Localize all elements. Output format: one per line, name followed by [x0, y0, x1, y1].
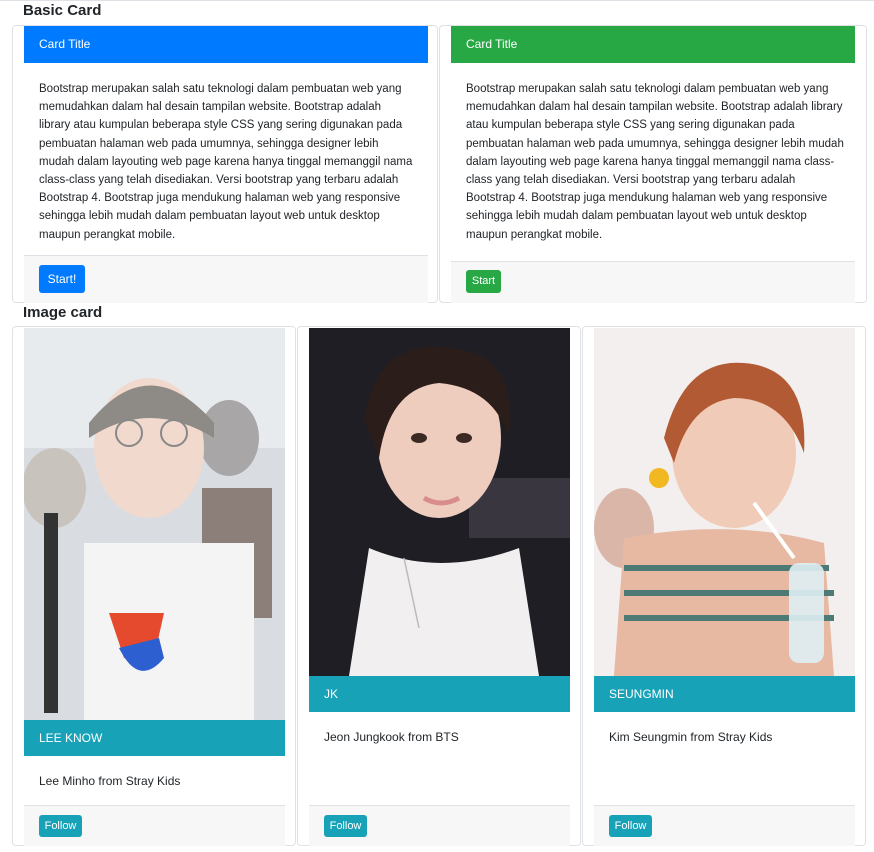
start-button[interactable]: Start: [466, 270, 501, 293]
image-card-leeknow: LEE KNOW Lee Minho from Stray Kids Follo…: [12, 326, 296, 846]
profile-photo: [594, 328, 855, 676]
top-divider: [0, 0, 874, 1]
card-footer: Start: [451, 261, 855, 303]
follow-button[interactable]: Follow: [324, 815, 367, 837]
start-button[interactable]: Start!: [39, 265, 85, 293]
card-description: Kim Seungmin from Stray Kids: [609, 730, 773, 744]
follow-button[interactable]: Follow: [609, 815, 652, 837]
image-card-seungmin: SEUNGMIN Kim Seungmin from Stray Kids Fo…: [582, 326, 866, 846]
card-footer: Follow: [24, 805, 285, 846]
basic-card-blue: Card Title Bootstrap merupakan salah sat…: [12, 25, 438, 303]
card-text: Bootstrap merupakan salah satu teknologi…: [466, 83, 844, 241]
basic-card-green: Card Title Bootstrap merupakan salah sat…: [439, 25, 867, 303]
card-header: Card Title: [451, 26, 855, 63]
card-text: Bootstrap merupakan salah satu teknologi…: [39, 83, 413, 241]
card-header: Card Title: [24, 26, 428, 63]
image-card-jk: JK Jeon Jungkook from BTS Follow: [297, 326, 581, 846]
card-footer: Follow: [309, 805, 570, 846]
card-description: Jeon Jungkook from BTS: [324, 730, 459, 744]
follow-button[interactable]: Follow: [39, 815, 82, 837]
card-footer: Start!: [24, 255, 428, 303]
basic-card-heading: Basic Card: [23, 2, 102, 19]
card-name: SEUNGMIN: [594, 676, 855, 712]
image-card-heading: Image card: [23, 304, 103, 321]
profile-photo: [309, 328, 570, 676]
card-name: JK: [309, 676, 570, 712]
card-name: LEE KNOW: [24, 720, 285, 756]
card-description: Lee Minho from Stray Kids: [39, 774, 181, 788]
profile-photo: [24, 328, 285, 720]
card-footer: Follow: [594, 805, 855, 846]
